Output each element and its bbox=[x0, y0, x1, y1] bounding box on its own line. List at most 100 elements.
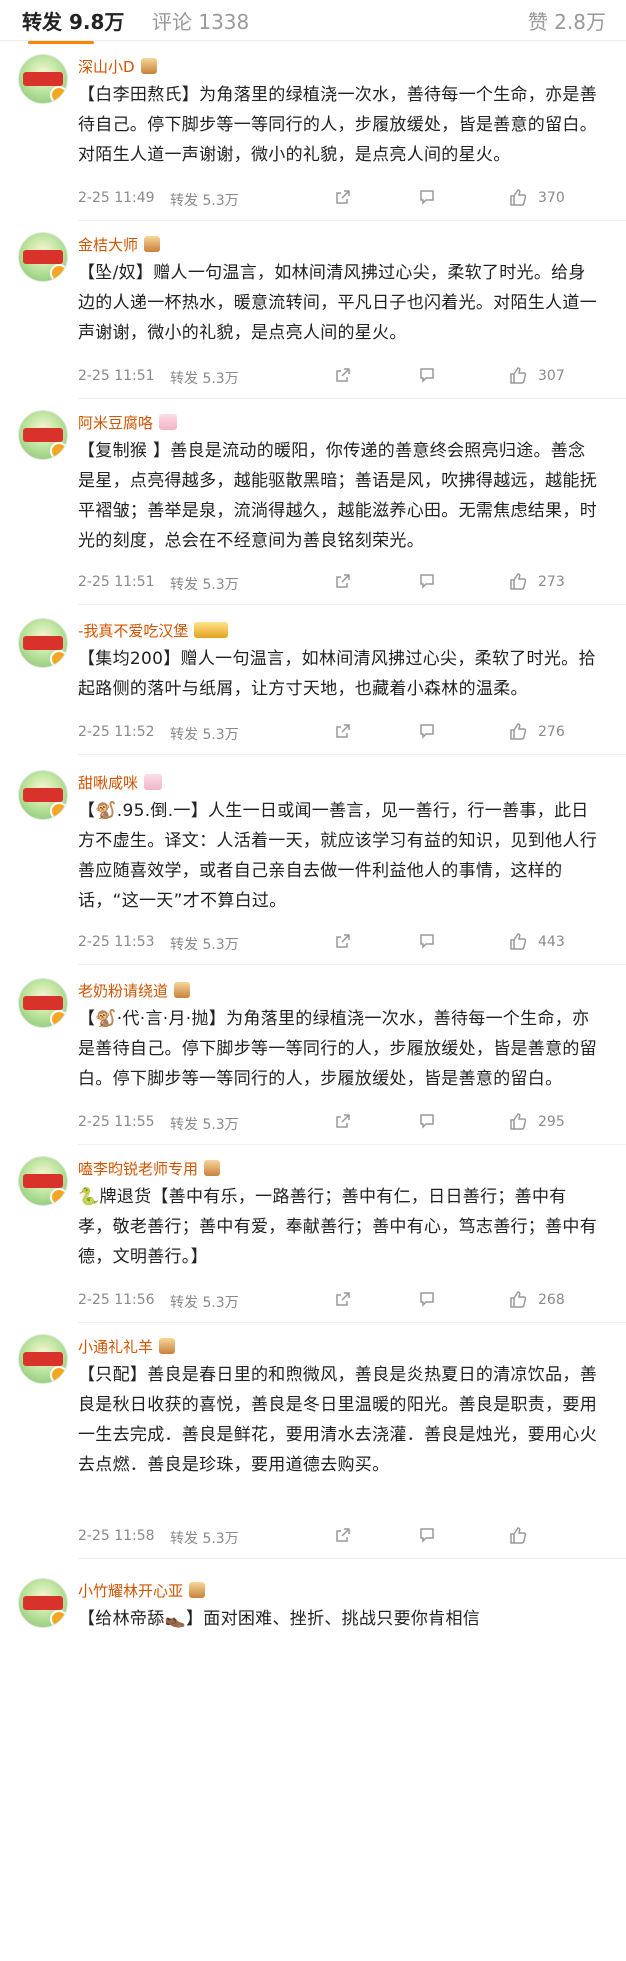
avatar[interactable] bbox=[18, 618, 68, 668]
timestamp: 2-25 11:51 bbox=[78, 574, 155, 590]
timestamp: 2-25 11:58 bbox=[78, 1528, 155, 1544]
repost-count[interactable]: 转发 5.3万 bbox=[170, 1114, 239, 1134]
avatar[interactable] bbox=[18, 978, 68, 1028]
verified-icon bbox=[50, 442, 67, 459]
share-icon[interactable] bbox=[334, 1112, 352, 1130]
comment-text: 【复制猴 】善良是流动的暖阳，你传递的善意终会照亮归途。善念是星，点亮得越多，越… bbox=[78, 441, 597, 551]
like-icon[interactable] bbox=[508, 571, 528, 591]
level-icon bbox=[159, 414, 178, 430]
level-icon bbox=[204, 1160, 221, 1176]
repost-count[interactable]: 转发 5.3万 bbox=[170, 934, 239, 954]
timestamp: 2-25 11:49 bbox=[78, 190, 155, 206]
avatar[interactable] bbox=[18, 770, 68, 820]
verified-icon bbox=[50, 1010, 67, 1027]
avatar[interactable] bbox=[18, 54, 68, 104]
comment-icon[interactable] bbox=[418, 366, 436, 384]
repost-count[interactable]: 转发 5.3万 bbox=[170, 190, 239, 210]
timestamp: 2-25 11:52 bbox=[78, 724, 155, 740]
comment-actions: 2-25 11:49 转发 5.3万 370 bbox=[78, 188, 603, 210]
like-icon[interactable] bbox=[508, 365, 528, 385]
comment-icon[interactable] bbox=[418, 188, 436, 206]
tab-reposts[interactable]: 转发 9.8万 bbox=[22, 6, 124, 44]
like-count: 273 bbox=[538, 574, 565, 590]
comment-actions: 2-25 11:56 转发 5.3万 268 bbox=[78, 1290, 603, 1312]
timestamp: 2-25 11:51 bbox=[78, 368, 155, 384]
like-count: 268 bbox=[538, 1292, 565, 1308]
share-icon[interactable] bbox=[334, 572, 352, 590]
share-icon[interactable] bbox=[334, 188, 352, 206]
username[interactable]: 深山小D bbox=[78, 56, 157, 77]
level-icon bbox=[174, 982, 191, 998]
comment-icon[interactable] bbox=[418, 1290, 436, 1308]
comment-icon[interactable] bbox=[418, 1526, 436, 1544]
comment-actions: 2-25 11:51 转发 5.3万 307 bbox=[78, 366, 603, 388]
avatar[interactable] bbox=[18, 1334, 68, 1384]
avatar[interactable] bbox=[18, 410, 68, 460]
verified-icon bbox=[50, 1366, 67, 1383]
comment-icon[interactable] bbox=[418, 1112, 436, 1130]
tab-likes[interactable]: 赞 2.8万 bbox=[528, 6, 606, 35]
comment-actions: 2-25 11:55 转发 5.3万 295 bbox=[78, 1112, 603, 1134]
comment-tab-bar: 转发 9.8万 评论 1338 赞 2.8万 bbox=[0, 0, 626, 44]
avatar[interactable] bbox=[18, 1156, 68, 1206]
like-icon[interactable] bbox=[508, 931, 528, 951]
repost-count[interactable]: 转发 5.3万 bbox=[170, 1292, 239, 1312]
share-icon[interactable] bbox=[334, 722, 352, 740]
username[interactable]: 嗑李昀锐老师专用 bbox=[78, 1158, 221, 1179]
like-count: 443 bbox=[538, 934, 565, 950]
username[interactable]: 小通礼礼羊 bbox=[78, 1336, 176, 1357]
repost-count[interactable]: 转发 5.3万 bbox=[170, 1528, 239, 1548]
share-icon[interactable] bbox=[334, 932, 352, 950]
comment-actions: 2-25 11:53 转发 5.3万 443 bbox=[78, 932, 603, 954]
level-icon bbox=[144, 236, 161, 252]
comment-text: 【给林帝舔👞】面对困难、挫折、挑战只要你肯相信 bbox=[78, 1609, 481, 1629]
comment-text: 【🐒·代·言·月·抛】为角落里的绿植浇一次水，善待每一个生命，亦是善待自己。停下… bbox=[78, 1009, 597, 1089]
comment-icon[interactable] bbox=[418, 572, 436, 590]
repost-count[interactable]: 转发 5.3万 bbox=[170, 724, 239, 744]
crown-icon bbox=[194, 622, 229, 638]
share-icon[interactable] bbox=[334, 366, 352, 384]
comment-actions: 2-25 11:58 转发 5.3万 bbox=[78, 1526, 603, 1548]
timestamp: 2-25 11:53 bbox=[78, 934, 155, 950]
verified-icon bbox=[50, 1188, 67, 1205]
comment-text: 【集均200】赠人一句温言，如林间清风拂过心尖，柔软了时光。拾起路侧的落叶与纸屑… bbox=[78, 649, 596, 699]
comment-icon[interactable] bbox=[418, 722, 436, 740]
level-icon bbox=[159, 1338, 176, 1354]
like-icon[interactable] bbox=[508, 1111, 528, 1131]
comment-text: 【坠/奴】赠人一句温言，如林间清风拂过心尖，柔软了时光。给身边的人递一杯热水，暖… bbox=[78, 263, 597, 343]
level-icon bbox=[144, 774, 163, 790]
repost-count[interactable]: 转发 5.3万 bbox=[170, 368, 239, 388]
username[interactable]: 甜啾咸咪 bbox=[78, 772, 163, 793]
like-icon[interactable] bbox=[508, 1525, 528, 1545]
avatar[interactable] bbox=[18, 1578, 68, 1628]
username[interactable]: 阿米豆腐咯 bbox=[78, 412, 178, 433]
username[interactable]: -我真不爱吃汉堡 bbox=[78, 620, 229, 641]
like-count: 307 bbox=[538, 368, 565, 384]
timestamp: 2-25 11:56 bbox=[78, 1292, 155, 1308]
like-count: 295 bbox=[538, 1114, 565, 1130]
like-count: 370 bbox=[538, 190, 565, 206]
level-icon bbox=[189, 1582, 206, 1598]
like-icon[interactable] bbox=[508, 187, 528, 207]
like-icon[interactable] bbox=[508, 721, 528, 741]
username[interactable]: 老奶粉请绕道 bbox=[78, 980, 191, 1001]
comment-text: 【🐒.95.倒.一】人生一日或闻一善言，见一善行，行一善事，此日方不虚生。译文：… bbox=[78, 801, 597, 911]
comment-icon[interactable] bbox=[418, 932, 436, 950]
tab-comments[interactable]: 评论 1338 bbox=[152, 6, 249, 35]
share-icon[interactable] bbox=[334, 1526, 352, 1544]
comment-text: 🐍牌退货【善中有乐，一路善行；善中有仁，日日善行；善中有孝，敬老善行；善中有爱，… bbox=[78, 1187, 597, 1267]
verified-icon bbox=[50, 802, 67, 819]
username[interactable]: 金桔大师 bbox=[78, 234, 161, 255]
comment-actions: 2-25 11:52 转发 5.3万 276 bbox=[78, 722, 603, 744]
comment-text: 【白李田熬氏】为角落里的绿植浇一次水，善待每一个生命，亦是善待自己。停下脚步等一… bbox=[78, 85, 597, 165]
avatar[interactable] bbox=[18, 232, 68, 282]
verified-icon bbox=[50, 264, 67, 281]
share-icon[interactable] bbox=[334, 1290, 352, 1308]
username[interactable]: 小竹耀林开心亚 bbox=[78, 1580, 206, 1601]
verified-icon bbox=[50, 1610, 67, 1627]
like-icon[interactable] bbox=[508, 1289, 528, 1309]
repost-count[interactable]: 转发 5.3万 bbox=[170, 574, 239, 594]
like-count: 276 bbox=[538, 724, 565, 740]
level-icon bbox=[140, 58, 157, 74]
comment-text: 【只配】善良是春日里的和煦微风，善良是炎热夏日的清凉饮品，善良是秋日收获的喜悦，… bbox=[78, 1365, 597, 1475]
